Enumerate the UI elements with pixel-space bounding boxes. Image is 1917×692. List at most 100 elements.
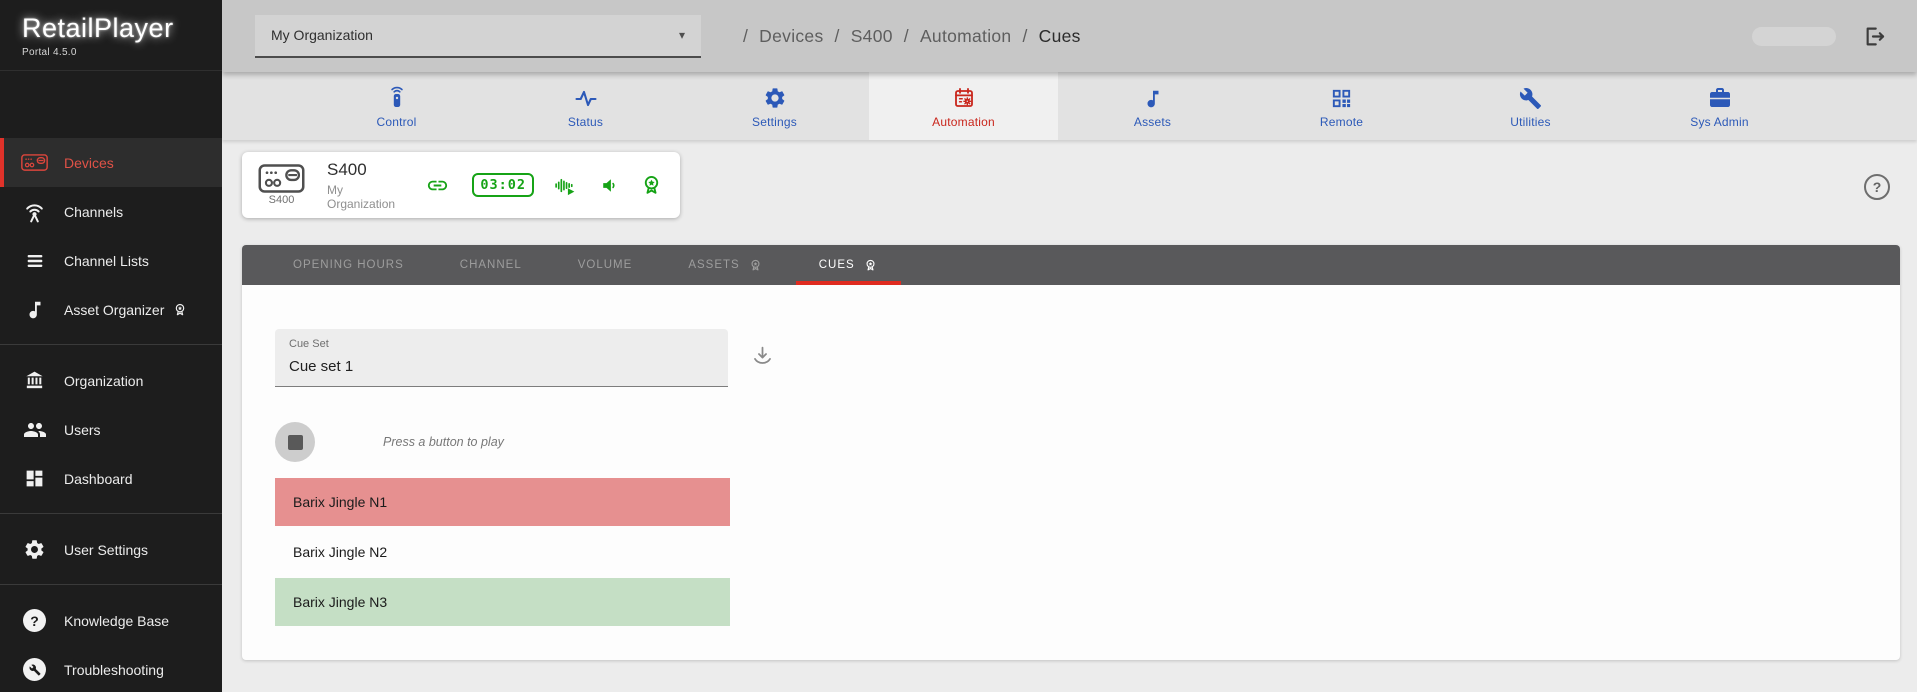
sidebar-item-label: Dashboard <box>64 471 133 487</box>
logo-block: RetailPlayer Portal 4.5.0 <box>0 0 222 71</box>
audio-playing-icon <box>553 173 578 198</box>
cue-set-label: Cue Set <box>289 338 714 350</box>
tab-control[interactable]: Control <box>302 72 491 140</box>
organization-selector[interactable]: My Organization ▾ <box>255 15 701 58</box>
cue-label: Barix Jingle N2 <box>293 544 387 560</box>
breadcrumb-item-s400[interactable]: S400 <box>851 26 893 47</box>
subtab-label: ASSETS <box>688 259 739 271</box>
sidebar-item-label: Channel Lists <box>64 253 149 269</box>
device-tab-bar: Control Status Settings <box>222 72 1917 140</box>
user-name-pill <box>1752 27 1836 46</box>
top-bar: My Organization ▾ / Devices / S400 / Aut… <box>222 0 1917 72</box>
tab-sys-admin[interactable]: Sys Admin <box>1625 72 1814 140</box>
app-logo: RetailPlayer <box>22 13 222 44</box>
organization-selector-value: My Organization <box>271 27 373 43</box>
device-thumbnail: S400 <box>258 164 305 206</box>
tab-status[interactable]: Status <box>491 72 680 140</box>
tab-utilities[interactable]: Utilities <box>1436 72 1625 140</box>
sidebar-item-devices[interactable]: Devices <box>0 138 222 187</box>
wrench-icon <box>1519 83 1542 110</box>
tab-label: Control <box>376 115 416 129</box>
device-player-icon <box>21 149 48 176</box>
download-cue-set-button[interactable] <box>750 343 775 373</box>
breadcrumb-separator: / <box>1022 26 1027 47</box>
calendar-gear-icon <box>952 83 976 110</box>
breadcrumb-item-automation[interactable]: Automation <box>920 26 1012 47</box>
subtab-assets[interactable]: ASSETS <box>665 245 785 285</box>
subtab-channel[interactable]: CHANNEL <box>437 245 545 285</box>
qr-code-icon <box>1330 83 1353 110</box>
antenna-icon <box>21 198 48 225</box>
wrench-circle-icon <box>21 656 48 683</box>
cue-button-list: Barix Jingle N1 Barix Jingle N2 Barix Ji… <box>275 478 730 628</box>
sidebar-item-label: Devices <box>64 155 114 171</box>
tab-label: Remote <box>1320 115 1363 129</box>
tab-automation[interactable]: Automation <box>869 72 1058 140</box>
subtab-opening-hours[interactable]: OPENING HOURS <box>270 245 427 285</box>
subtab-label: VOLUME <box>578 259 633 271</box>
sidebar-item-user-settings[interactable]: User Settings <box>0 525 222 574</box>
award-badge-icon <box>863 258 878 273</box>
sidebar-item-label: Knowledge Base <box>64 613 169 629</box>
dashboard-grid-icon <box>21 465 48 492</box>
sidebar-item-troubleshooting[interactable]: Troubleshooting <box>0 645 222 692</box>
link-connected-icon <box>422 174 453 197</box>
automation-panel: OPENING HOURS CHANNEL VOLUME ASSETS CUES… <box>242 245 1900 660</box>
device-status-icons: 03:02 <box>422 173 664 198</box>
tab-label: Assets <box>1134 115 1171 129</box>
device-clock: 03:02 <box>472 173 534 197</box>
device-title: S400 <box>327 160 396 180</box>
logout-icon <box>1860 23 1887 50</box>
music-note-icon <box>21 296 48 323</box>
list-icon <box>21 247 48 274</box>
award-badge-icon <box>748 258 763 273</box>
subtab-cues[interactable]: CUES <box>796 245 901 285</box>
cue-label: Barix Jingle N1 <box>293 494 387 510</box>
stop-playback-button[interactable] <box>275 422 315 462</box>
chevron-down-icon: ▾ <box>679 28 685 42</box>
sidebar-item-dashboard[interactable]: Dashboard <box>0 454 222 503</box>
retailplayer-app: RetailPlayer Portal 4.5.0 Devices Channe… <box>0 0 1917 692</box>
sidebar-item-label: Troubleshooting <box>64 662 164 678</box>
cue-set-field[interactable]: Cue Set Cue set 1 <box>275 329 728 387</box>
sidebar-item-label: Channels <box>64 204 123 220</box>
stop-icon <box>288 435 303 450</box>
sidebar-divider <box>0 513 222 514</box>
tab-label: Automation <box>932 115 995 129</box>
award-badge-icon <box>639 173 664 198</box>
breadcrumb: / Devices / S400 / Automation / Cues <box>743 26 1081 47</box>
pulse-icon <box>573 83 599 110</box>
question-circle-icon: ? <box>21 607 48 634</box>
sidebar-item-label: User Settings <box>64 542 148 558</box>
device-model-label: S400 <box>269 194 295 206</box>
subtab-volume[interactable]: VOLUME <box>555 245 656 285</box>
cue-set-value: Cue set 1 <box>289 358 714 375</box>
cue-label: Barix Jingle N3 <box>293 594 387 610</box>
help-button[interactable]: ? <box>1864 174 1890 200</box>
tab-label: Settings <box>752 115 797 129</box>
gear-icon <box>21 536 48 563</box>
logout-button[interactable] <box>1860 23 1887 50</box>
breadcrumb-separator: / <box>904 26 909 47</box>
tab-settings[interactable]: Settings <box>680 72 869 140</box>
sidebar-nav: Devices Channels Channel <box>0 138 222 692</box>
sidebar-item-organization[interactable]: Organization <box>0 356 222 405</box>
sidebar-item-label: Organization <box>64 373 143 389</box>
play-hint-text: Press a button to play <box>383 435 504 449</box>
cue-button-barix-jingle-n1[interactable]: Barix Jingle N1 <box>275 478 730 526</box>
cue-button-barix-jingle-n2[interactable]: Barix Jingle N2 <box>275 528 730 576</box>
sidebar-item-knowledge-base[interactable]: ? Knowledge Base <box>0 596 222 645</box>
sidebar-item-channels[interactable]: Channels <box>0 187 222 236</box>
music-note-icon <box>1142 83 1164 110</box>
help-icon: ? <box>1873 179 1882 195</box>
breadcrumb-item-devices[interactable]: Devices <box>759 26 823 47</box>
breadcrumb-item-cues: Cues <box>1039 26 1081 47</box>
sidebar-item-channel-lists[interactable]: Channel Lists <box>0 236 222 285</box>
award-badge-icon <box>172 302 188 318</box>
device-summary-card[interactable]: S400 S400 My Organization 03:02 <box>242 152 680 218</box>
cue-button-barix-jingle-n3[interactable]: Barix Jingle N3 <box>275 578 730 626</box>
sidebar-item-users[interactable]: Users <box>0 405 222 454</box>
tab-assets[interactable]: Assets <box>1058 72 1247 140</box>
tab-remote[interactable]: Remote <box>1247 72 1436 140</box>
sidebar-item-asset-organizer[interactable]: Asset Organizer <box>0 285 222 334</box>
